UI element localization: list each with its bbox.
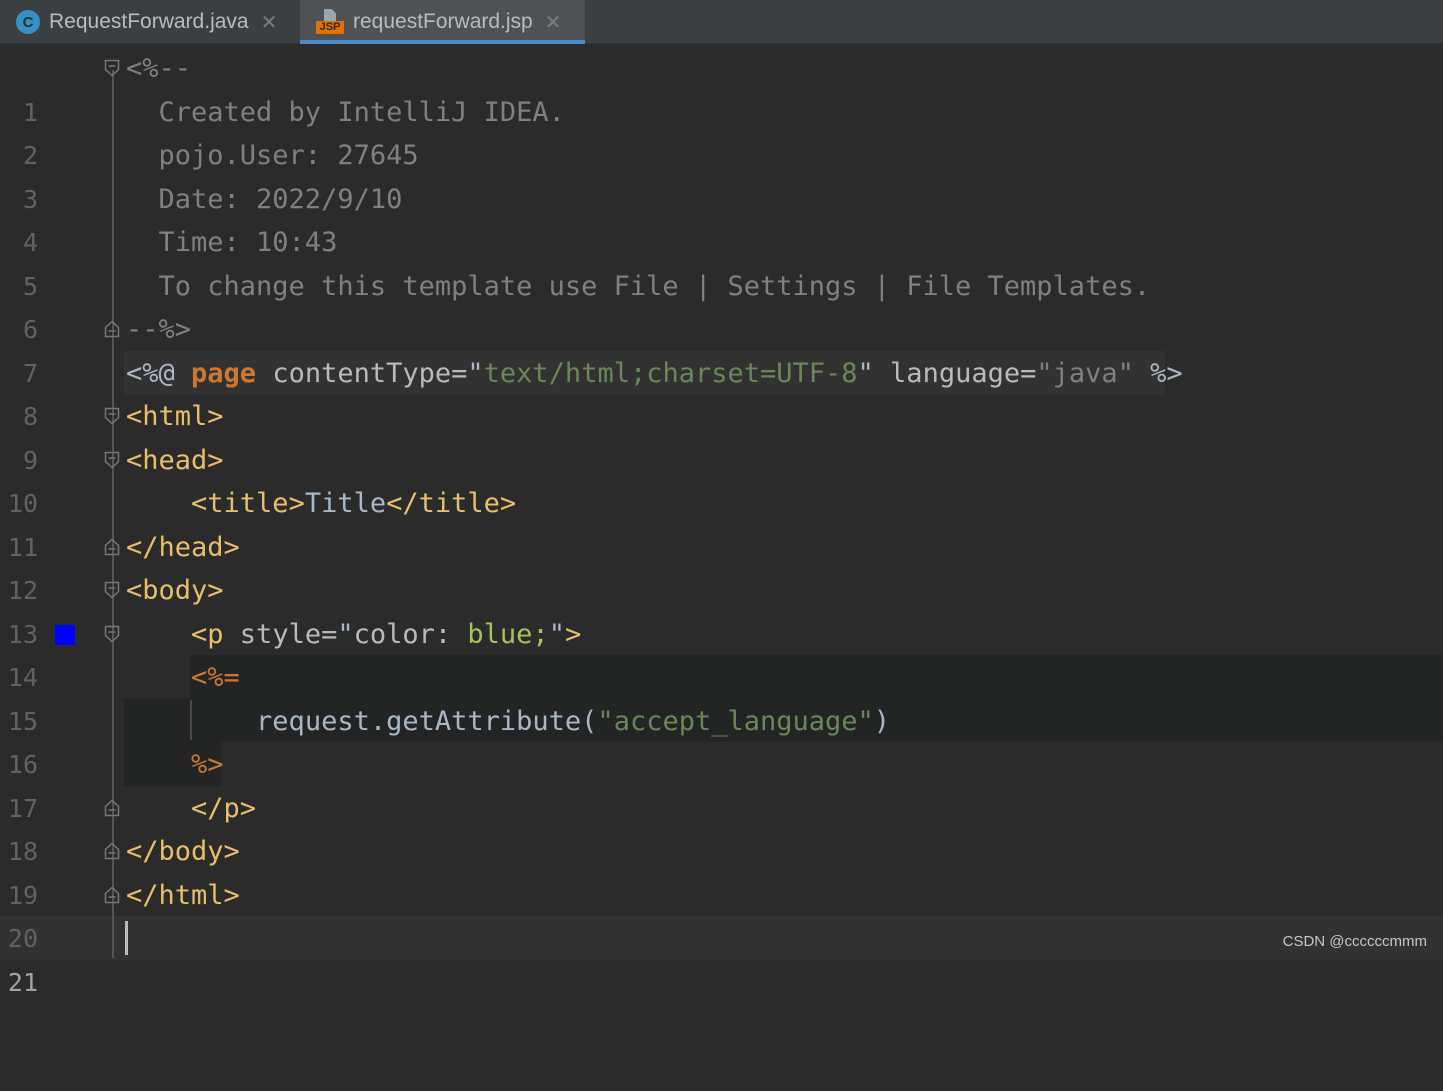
fold-close-icon[interactable]	[104, 798, 120, 817]
color-swatch-icon[interactable]	[55, 624, 75, 645]
jsp-file-icon: JSP	[316, 9, 344, 35]
watermark: CSDN @ccccccmmm	[1282, 933, 1427, 950]
code-line: 20 </html>	[0, 874, 1443, 954]
close-icon[interactable]: ✕	[261, 10, 278, 35]
code-line: 3 pojo.User: 27645	[0, 134, 1443, 214]
editor-tab-bar: C RequestForward.java ✕ JSP requestForwa…	[0, 0, 1443, 44]
tab-label: requestForward.jsp	[353, 10, 533, 33]
fold-close-icon[interactable]	[104, 885, 120, 904]
code-line: 7 --%>	[0, 308, 1443, 388]
text-caret	[125, 921, 128, 955]
fold-open-icon[interactable]	[104, 407, 120, 425]
code-line: 15 <%=	[0, 656, 1443, 736]
tab-label: RequestForward.java	[49, 10, 249, 33]
code-line: 19 </body>	[0, 830, 1443, 910]
code-line: 2 Created by IntelliJ IDEA.	[0, 91, 1443, 171]
code-line: 17 %>	[0, 743, 1443, 823]
code-line: 6 To change this template use File | Set…	[0, 265, 1443, 345]
active-tab-indicator	[300, 40, 585, 44]
code-line: 16 request.getAttribute("accept_language…	[0, 700, 1443, 780]
code-line: 10 <head>	[0, 439, 1443, 519]
java-class-icon: C	[16, 10, 40, 34]
fold-open-icon[interactable]	[104, 625, 120, 643]
code-line: 14 <p style="color: blue;">	[0, 613, 1443, 693]
fold-close-icon[interactable]	[104, 320, 120, 338]
code-line: 18 </p>	[0, 787, 1443, 867]
fold-open-icon[interactable]	[104, 451, 120, 469]
close-icon[interactable]: ✕	[545, 10, 562, 35]
code-line-current: 21	[0, 917, 1443, 997]
code-line: 1 <%--	[0, 47, 1443, 127]
code-line: 11 <title>Title</title>	[0, 482, 1443, 562]
code-line: 5 Time: 10:43	[0, 221, 1443, 301]
code-line: 9 <html>	[0, 395, 1443, 475]
line-number: 21	[7, 967, 38, 997]
fold-open-icon[interactable]	[104, 581, 120, 599]
code-line: 8 <%@ page contentType="text/html;charse…	[0, 352, 1443, 432]
tab-requestforward-java[interactable]: C RequestForward.java ✕	[0, 0, 298, 44]
fold-open-icon[interactable]	[104, 59, 120, 77]
code-line: 12 </head>	[0, 526, 1443, 606]
code-line: 13 <body>	[0, 569, 1443, 649]
code-line: 4 Date: 2022/9/10	[0, 178, 1443, 258]
code-editor[interactable]: 1 <%-- 2 Created by IntelliJ IDEA. 3 poj…	[0, 46, 1443, 997]
tab-requestforward-jsp[interactable]: JSP requestForward.jsp ✕	[300, 0, 585, 44]
fold-close-icon[interactable]	[104, 842, 120, 860]
fold-close-icon[interactable]	[104, 537, 120, 556]
